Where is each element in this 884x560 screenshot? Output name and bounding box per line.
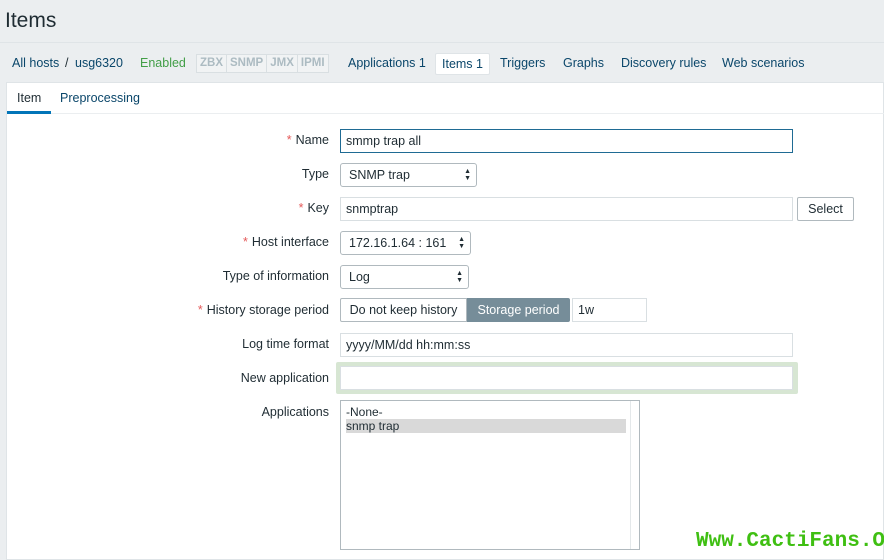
availability-indicators: ZBX SNMP JMX IPMI: [196, 54, 329, 73]
item-form-panel: Item Preprocessing * Name smmp trap all T…: [6, 82, 884, 560]
applications-link[interactable]: Applications 1: [348, 56, 426, 70]
all-hosts-link[interactable]: All hosts: [12, 56, 59, 70]
storage-period-input[interactable]: 1w: [572, 298, 647, 322]
key-input[interactable]: snmptrap: [340, 197, 793, 221]
breadcrumb-separator: /: [65, 56, 69, 70]
applications-listbox[interactable]: -None- snmp trap: [340, 400, 640, 550]
graphs-link[interactable]: Graphs: [563, 56, 604, 70]
triggers-link[interactable]: Triggers: [500, 56, 545, 70]
page-header: Items: [0, 0, 884, 42]
items-link[interactable]: Items 1: [435, 53, 490, 75]
tab-preprocessing[interactable]: Preprocessing: [50, 83, 150, 114]
snmp-indicator: SNMP: [226, 54, 268, 73]
type-select[interactable]: SNMP trap ▲ ▼: [340, 163, 477, 187]
application-option-snmp-trap[interactable]: snmp trap: [346, 419, 626, 433]
select-arrows-icon: ▲ ▼: [464, 168, 471, 182]
host-interface-label: * Host interface: [243, 235, 329, 249]
host-navigation: All hosts / usg6320 Enabled ZBX SNMP JMX…: [0, 42, 884, 82]
key-label: * Key: [298, 201, 329, 215]
listbox-scrollbar[interactable]: [630, 401, 639, 549]
web-scenarios-link[interactable]: Web scenarios: [722, 56, 804, 70]
log-time-format-label: Log time format: [242, 337, 329, 351]
do-not-keep-history-option[interactable]: Do not keep history: [340, 298, 467, 322]
storage-period-option[interactable]: Storage period: [467, 298, 570, 322]
host-interface-select[interactable]: 172.16.1.64 : 161 ▲ ▼: [340, 231, 471, 255]
applications-label: Applications: [261, 405, 329, 419]
name-label: * Name: [286, 133, 329, 147]
form-tabs: Item Preprocessing: [7, 83, 884, 114]
select-arrows-icon: ▲ ▼: [458, 236, 465, 250]
new-application-label: New application: [240, 371, 329, 385]
name-input[interactable]: smmp trap all: [340, 129, 793, 153]
host-link[interactable]: usg6320: [75, 56, 123, 70]
select-arrows-icon: ▲ ▼: [456, 270, 463, 284]
watermark: Www.CactiFans.Org: [696, 530, 884, 553]
discovery-rules-link[interactable]: Discovery rules: [621, 56, 706, 70]
host-status[interactable]: Enabled: [140, 56, 186, 70]
tab-item[interactable]: Item: [7, 83, 52, 114]
page-title: Items: [5, 9, 57, 32]
history-storage-label: * History storage period: [197, 303, 329, 317]
zbx-indicator: ZBX: [196, 54, 227, 73]
type-of-information-select[interactable]: Log ▲ ▼: [340, 265, 469, 289]
log-time-format-input[interactable]: yyyy/MM/dd hh:mm:ss: [340, 333, 793, 357]
ipmi-indicator: IPMI: [296, 54, 329, 73]
jmx-indicator: JMX: [266, 54, 298, 73]
type-label: Type: [301, 167, 329, 181]
application-option-none[interactable]: -None-: [346, 405, 626, 419]
select-key-button[interactable]: Select: [797, 197, 854, 221]
type-of-information-label: Type of information: [222, 269, 329, 283]
new-application-input[interactable]: [340, 366, 793, 390]
